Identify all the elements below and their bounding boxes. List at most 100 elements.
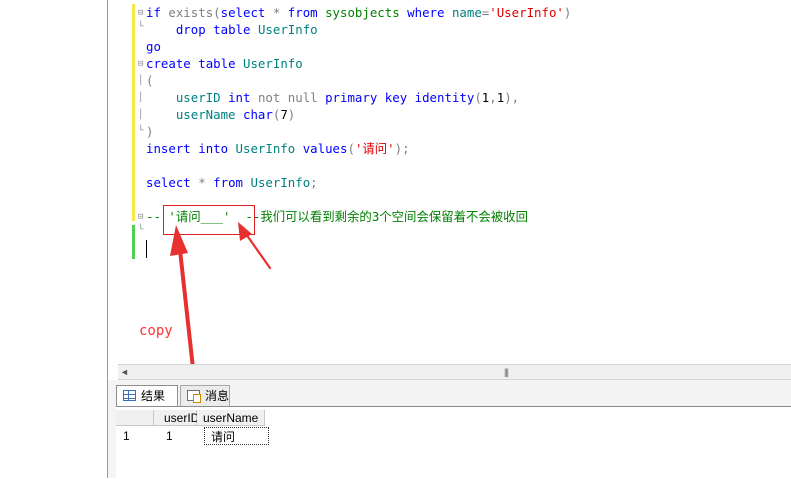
left-gutter [0, 0, 107, 478]
code-token: create [146, 56, 191, 71]
code-line[interactable]: userName char(7) [146, 106, 791, 123]
code-token: into [198, 141, 229, 156]
code-line[interactable]: go [146, 38, 791, 55]
code-token: UserInfo [250, 175, 311, 190]
code-token: ) [287, 107, 296, 122]
code-token: 'UserInfo' [489, 5, 564, 20]
scroll-grip-icon[interactable]: ||| [504, 366, 509, 378]
code-token: not null [257, 90, 318, 105]
code-token: key [384, 90, 408, 105]
code-line[interactable]: ( [146, 72, 791, 89]
tab-results[interactable]: 结果 [116, 385, 178, 406]
outline-end-icon: └ [138, 225, 144, 235]
code-token: ); [394, 141, 410, 156]
code-token: '请问' [354, 141, 395, 156]
code-token: ; [310, 175, 318, 190]
results-pane: 结果 消息 userID userName 1 1 请问 [108, 380, 791, 479]
row-number[interactable]: 1 [116, 427, 154, 445]
code-token: select [220, 5, 266, 20]
code-token: if [146, 5, 161, 20]
collapse-toggle-icon[interactable]: ⊟ [138, 60, 143, 69]
code-token: 7 [280, 107, 288, 122]
outline-line-icon: │ [138, 110, 144, 120]
collapse-toggle-icon[interactable]: ⊟ [138, 9, 143, 18]
annotation-highlight-box [163, 205, 255, 235]
code-token: name [451, 5, 482, 20]
tab-label: 消息 [205, 389, 230, 403]
code-line[interactable]: userID int not null primary key identity… [146, 89, 791, 106]
code-line[interactable] [146, 157, 791, 174]
code-line[interactable]: if exists(select * from sysobjects where… [146, 4, 791, 21]
code-token: ) [563, 5, 572, 20]
change-marker-saved [132, 4, 135, 221]
code-token: primary [325, 90, 378, 105]
tab-messages[interactable]: 消息 [180, 385, 230, 406]
code-token: from [287, 5, 318, 20]
code-line[interactable]: ) [146, 123, 791, 140]
code-token: char [243, 107, 273, 122]
collapse-toggle-icon[interactable]: ⊟ [138, 213, 143, 222]
code-token: userName [175, 107, 236, 122]
outline-end-icon: └ [138, 22, 144, 32]
code-token: UserInfo [235, 141, 296, 156]
sql-editor[interactable]: ⊟ └ ⊟ │ │ │ └ ⊟ └ if exists(select * fro… [108, 0, 791, 364]
grid-icon [123, 390, 136, 401]
code-token: go [146, 39, 161, 54]
code-token: ), [504, 90, 520, 105]
code-token: identity [414, 90, 475, 105]
code-token: ( [146, 73, 154, 88]
code-token: exists( [168, 5, 221, 20]
code-token: table [213, 22, 251, 37]
code-line[interactable] [146, 242, 791, 259]
code-token: table [198, 56, 236, 71]
outline-line-icon: │ [138, 93, 144, 103]
scroll-left-icon[interactable]: ◄ [120, 366, 129, 378]
cell-userid[interactable]: 1 [154, 427, 197, 445]
editor-horizontal-scrollbar[interactable]: ◄ ||| [118, 364, 791, 380]
code-token: ) [146, 124, 154, 139]
code-token: ( [474, 90, 482, 105]
code-token: where [407, 5, 445, 20]
grid-corner[interactable] [116, 410, 154, 426]
code-token: insert [146, 141, 191, 156]
messages-icon [187, 390, 201, 403]
cell-username[interactable]: 请问 [204, 427, 269, 445]
code-token: from [213, 175, 244, 190]
code-line[interactable]: drop table UserInfo [146, 21, 791, 38]
code-token: userID [175, 90, 221, 105]
code-token: int [228, 90, 251, 105]
editor-margin [108, 0, 132, 364]
code-token: sysobjects [325, 5, 400, 20]
code-token: UserInfo [243, 56, 303, 71]
text-caret [146, 240, 147, 258]
results-grid[interactable]: userID userName 1 1 请问 [116, 406, 791, 479]
code-line[interactable]: create table UserInfo [146, 55, 791, 72]
code-token: values [302, 141, 348, 156]
column-header-username[interactable]: userName [197, 410, 265, 426]
code-token: ( [347, 141, 355, 156]
outline-line-icon: │ [138, 76, 144, 86]
column-header-userid[interactable]: userID [154, 410, 199, 426]
annotation-copy-label: copy [139, 323, 173, 339]
code-token: , [489, 90, 497, 105]
code-token: * [198, 175, 206, 190]
code-token: drop [175, 22, 206, 37]
code-line[interactable]: insert into UserInfo values('请问'); [146, 140, 791, 157]
code-line[interactable]: select * from UserInfo; [146, 174, 791, 191]
code-token: select [146, 175, 191, 190]
